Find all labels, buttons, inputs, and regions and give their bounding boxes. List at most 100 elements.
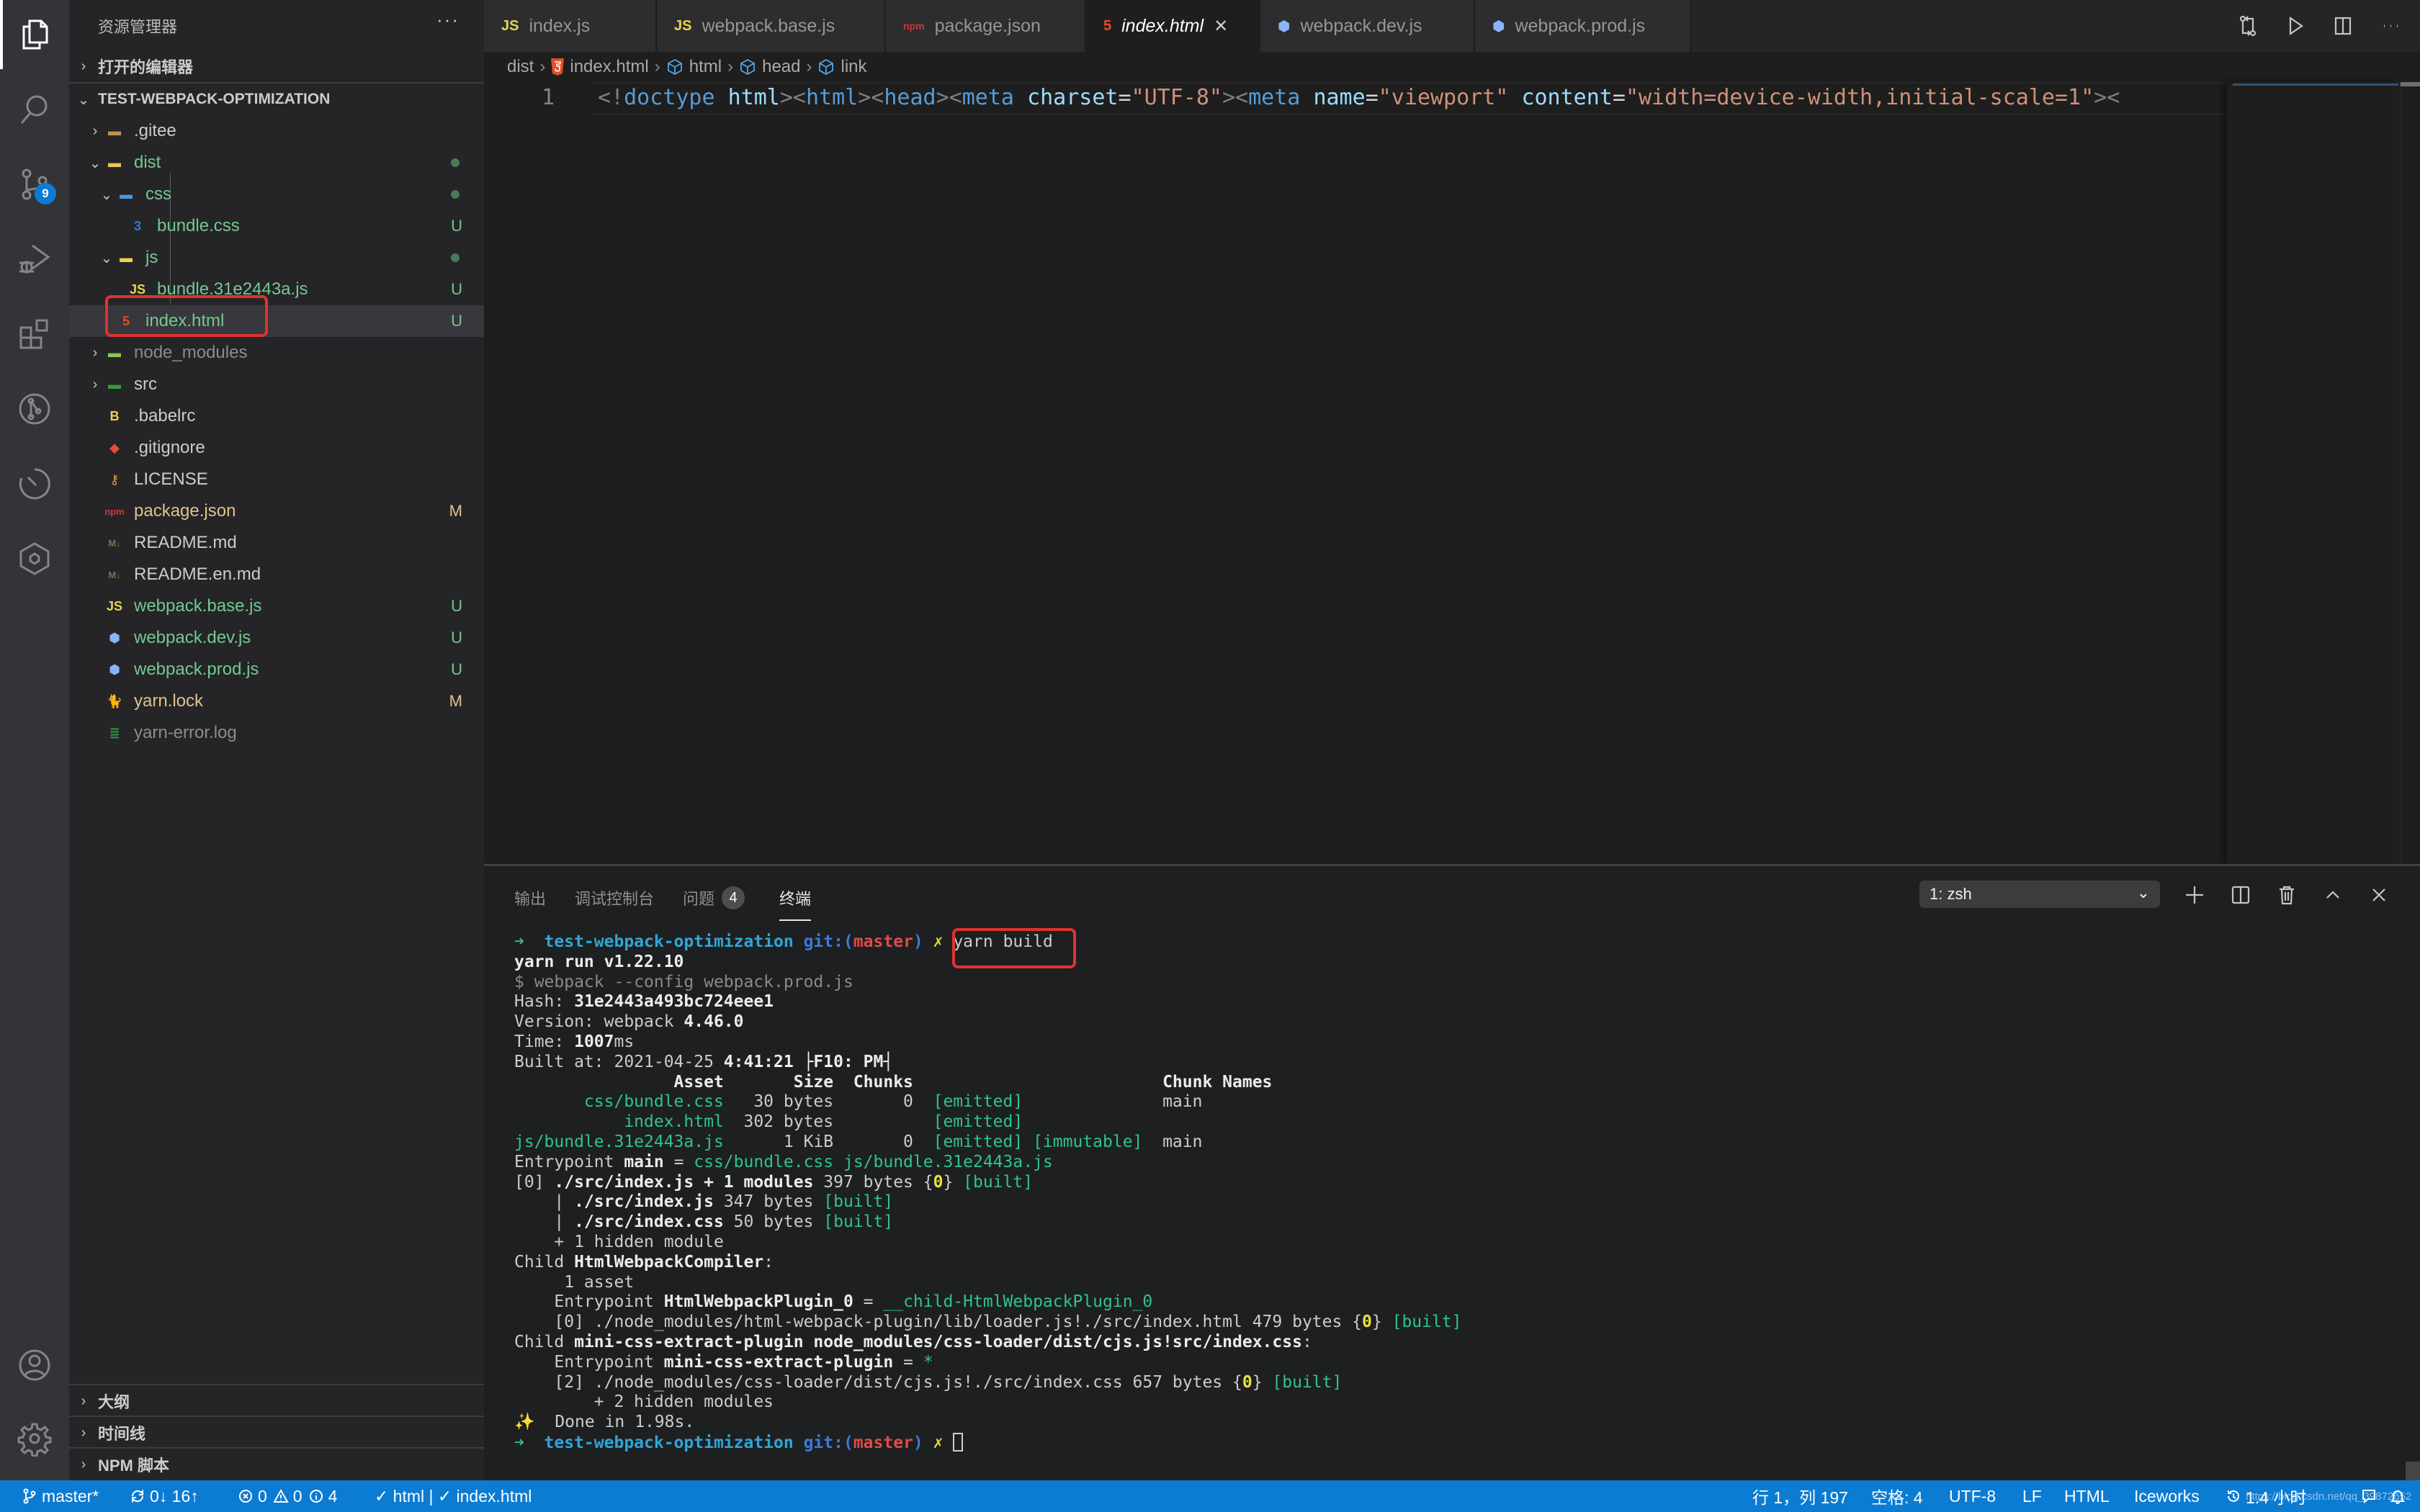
- npm-scripts-section[interactable]: › NPM 脚本: [69, 1449, 484, 1480]
- chevron-right-icon: ›: [727, 57, 734, 76]
- terminal-text: mini-css-extract-plugin: [663, 1352, 894, 1372]
- watermark: https://blog.csdn.net/qq_39872652: [2246, 1490, 2412, 1503]
- more-icon[interactable]: [2380, 15, 2401, 37]
- tree-item-babelrc[interactable]: B .babelrc: [69, 400, 484, 432]
- tree-item-gitee[interactable]: › ▬ .gitee: [69, 115, 484, 147]
- tree-item-css[interactable]: ⌄ ▬ css: [69, 179, 484, 210]
- tab-webpack-base-js[interactable]: JS webpack.base.js: [657, 0, 886, 52]
- chevron-down-icon: ⌄: [89, 155, 102, 171]
- tree-item-gitignore[interactable]: ◆ .gitignore: [69, 432, 484, 464]
- terminal-text: ./node_modules/html-webpack-plugin/lib/l…: [593, 1313, 1242, 1332]
- new-terminal-icon[interactable]: [2184, 884, 2205, 906]
- split-terminal-icon[interactable]: [2230, 884, 2251, 906]
- tab-index-html[interactable]: 5 index.html ✕: [1086, 0, 1260, 52]
- breadcrumb-html[interactable]: html: [689, 57, 722, 77]
- branch-icon: [23, 1488, 36, 1504]
- language-mode[interactable]: HTML: [2064, 1480, 2110, 1512]
- iceworks-status[interactable]: Iceworks: [2134, 1480, 2200, 1512]
- git-graph-button[interactable]: [0, 374, 69, 444]
- timer-icon: [19, 468, 50, 500]
- timeline-button[interactable]: [0, 449, 69, 518]
- terminal-text: [2]: [514, 1372, 594, 1392]
- scrollbar-thumb[interactable]: [2401, 82, 2420, 86]
- tab-label: index.js: [529, 15, 591, 36]
- editor-scrollbar[interactable]: [2400, 82, 2420, 864]
- tab-terminal[interactable]: 终端: [779, 883, 812, 921]
- breadcrumb-file[interactable]: index.html: [570, 57, 648, 77]
- activity-bar: 9: [0, 0, 69, 1480]
- minimap[interactable]: [2227, 82, 2400, 864]
- timeline-section[interactable]: › 时间线: [69, 1417, 484, 1449]
- tree-item-node-modules[interactable]: › ▬ node_modules: [69, 337, 484, 369]
- explorer-button[interactable]: [0, 0, 69, 69]
- tree-item-yarn-error-log[interactable]: ≣ yarn-error.log: [69, 717, 484, 749]
- terminal-scrollbar[interactable]: [2406, 1462, 2420, 1480]
- tab-debug-console[interactable]: 调试控制台: [575, 883, 654, 912]
- outline-label: 大纲: [98, 1393, 130, 1411]
- tree-item-readme-en-md[interactable]: M↓ README.en.md: [69, 559, 484, 590]
- terminal-text: 31e2443a493bc724eee1: [574, 992, 774, 1012]
- more-actions-button[interactable]: ···: [436, 9, 460, 31]
- terminal-line: Built at: 2021-04-25 4:41:21 ├F10: PM┤: [514, 1053, 1462, 1073]
- maximize-panel-icon[interactable]: [2322, 884, 2344, 906]
- tree-item-yarn-lock[interactable]: 🐈 yarn.lock M: [69, 685, 484, 717]
- tab-problems[interactable]: 问题 4: [683, 883, 745, 912]
- end-of-line[interactable]: LF: [2022, 1480, 2042, 1512]
- tree-item-src[interactable]: › ▬ src: [69, 369, 484, 400]
- tree-item-package-json[interactable]: npm package.json M: [69, 495, 484, 527]
- feedback-button[interactable]: [2361, 1480, 2381, 1512]
- terminal-text: 347 bytes: [713, 1192, 824, 1212]
- extensions-button[interactable]: [0, 300, 69, 369]
- open-editors-section[interactable]: › 打开的编辑器: [69, 50, 484, 82]
- terminal-text: test-webpack-optimization: [544, 932, 804, 951]
- tab-webpack-dev-js[interactable]: ⬢ webpack.dev.js: [1260, 0, 1475, 52]
- tree-item-js[interactable]: ⌄ ▬ js: [69, 242, 484, 274]
- dist-folder-icon: ▬: [108, 155, 121, 170]
- indentation[interactable]: 空格: 4: [1871, 1480, 1923, 1512]
- outline-section[interactable]: › 大纲: [69, 1385, 484, 1417]
- open-editors-label: 打开的编辑器: [98, 58, 194, 76]
- terminal-text: :: [763, 1252, 774, 1272]
- tree-item-license[interactable]: ⚷ LICENSE: [69, 464, 484, 495]
- tree-item-dist[interactable]: ⌄ ▬ dist: [69, 147, 484, 179]
- trash-icon[interactable]: [2276, 884, 2298, 906]
- tree-item-webpack-dev-js[interactable]: ⬢ webpack.dev.js U: [69, 622, 484, 654]
- branch-status[interactable]: master*: [22, 1480, 99, 1512]
- terminal-output[interactable]: ➜ test-webpack-optimization git:(master)…: [514, 932, 1462, 1453]
- close-icon[interactable]: ✕: [1214, 16, 1228, 37]
- tab-webpack-prod-js[interactable]: ⬢ webpack.prod.js: [1475, 0, 1691, 52]
- split-editor-icon[interactable]: [2332, 15, 2354, 37]
- breadcrumb-link[interactable]: link: [841, 57, 866, 77]
- search-button[interactable]: [0, 75, 69, 144]
- encoding[interactable]: UTF-8: [1949, 1480, 1996, 1512]
- terminal-select[interactable]: 1: zsh ⌄: [1919, 881, 2160, 908]
- tree-item-readme-md[interactable]: M↓ README.md: [69, 527, 484, 559]
- lint-status[interactable]: ✓ html | ✓ index.html: [375, 1480, 532, 1512]
- git-graph-icon: [19, 393, 50, 425]
- breadcrumb-dist[interactable]: dist: [507, 57, 534, 77]
- sync-status[interactable]: 0↓ 16↑: [130, 1480, 199, 1512]
- terminal-line: [0] ./node_modules/html-webpack-plugin/l…: [514, 1313, 1461, 1333]
- tree-item-bundle-css[interactable]: 3 bundle.css U: [69, 210, 484, 242]
- iceworks-button[interactable]: [0, 524, 69, 593]
- run-icon[interactable]: [2285, 15, 2306, 37]
- problems-status[interactable]: 0 0 4: [238, 1480, 337, 1512]
- manage-button[interactable]: [0, 1404, 69, 1473]
- tab-output[interactable]: 输出: [514, 883, 546, 912]
- accounts-button[interactable]: [0, 1331, 69, 1400]
- tree-item-webpack-prod-js[interactable]: ⬢ webpack.prod.js U: [69, 654, 484, 685]
- code-line[interactable]: <!doctype html><html><head><meta charset…: [598, 85, 2120, 110]
- tab-index-js[interactable]: JS index.js: [484, 0, 657, 52]
- tab-package-json[interactable]: npm package.json: [886, 0, 1086, 52]
- source-control-button[interactable]: 9: [0, 150, 69, 219]
- breadcrumb-head[interactable]: head: [762, 57, 800, 77]
- tree-item-webpack-base-js[interactable]: JS webpack.base.js U: [69, 590, 484, 622]
- run-debug-button[interactable]: [0, 225, 69, 294]
- code-editor[interactable]: 1 <!doctype html><html><head><meta chars…: [484, 82, 2227, 864]
- project-section[interactable]: ⌄ TEST-WEBPACK-OPTIMIZATION: [69, 84, 484, 115]
- cursor-position[interactable]: 行 1，列 197: [1752, 1480, 1848, 1512]
- open-changes-icon[interactable]: [2237, 15, 2259, 37]
- close-panel-icon[interactable]: [2368, 884, 2390, 906]
- notifications-button[interactable]: [2390, 1480, 2410, 1512]
- panel-actions: [2184, 881, 2390, 909]
